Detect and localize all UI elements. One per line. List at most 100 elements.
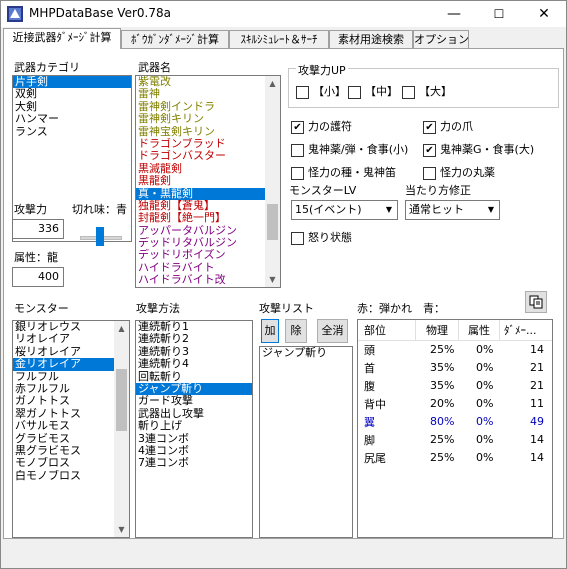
close-button[interactable]: ✕: [522, 1, 566, 27]
attack-method-list[interactable]: 連続斬り1 連続斬り2 連続斬り3 連続斬り4 回転斬り ジャンプ斬り ガード攻撃 武器出し攻…: [135, 320, 253, 538]
monster-item[interactable]: 銀リオレウス: [13, 321, 129, 333]
element-input[interactable]: 400: [12, 267, 64, 287]
demondrug-large-checkbox[interactable]: ✔ 鬼神薬G・食事(大): [423, 142, 534, 158]
might-seed-checkbox[interactable]: 怪力の種・鬼神笛: [291, 165, 396, 181]
rage-checkbox[interactable]: 怒り状態: [291, 230, 352, 246]
tab-skill-simulate[interactable]: ｽｷﾙｼﾐｭﾚｰﾄ＆ｻｰﾁ: [229, 30, 329, 48]
table-row[interactable]: 首 35% 0% 21: [358, 359, 552, 377]
attack-up-small-checkbox[interactable]: 【小】: [296, 84, 346, 100]
weapon-name-item[interactable]: 雷神剣キリン: [136, 113, 280, 125]
weapon-name-item[interactable]: ドラゴンブラッド: [136, 138, 280, 150]
monster-scrollbar[interactable]: ▲ ▼: [114, 321, 129, 537]
attack-up-large-checkbox[interactable]: 【大】: [402, 84, 452, 100]
weapon-category-item[interactable]: 片手剣: [13, 76, 131, 89]
attack-method-item[interactable]: 連続斬り1: [136, 321, 252, 333]
add-attack-button[interactable]: 加: [261, 319, 279, 343]
remove-attack-button[interactable]: 除: [285, 319, 307, 343]
attack-list-item[interactable]: ジャンプ斬り: [260, 347, 352, 359]
attack-method-item[interactable]: 4連コンボ: [136, 445, 252, 457]
monster-lv-select[interactable]: 15(イベント) ▼: [291, 200, 398, 220]
maximize-button[interactable]: ☐: [477, 1, 521, 27]
hit-correction-select[interactable]: 通常ヒット ▼: [405, 200, 500, 220]
scroll-up-arrow-icon[interactable]: ▲: [265, 76, 280, 91]
clear-attacks-button[interactable]: 全消: [317, 319, 348, 343]
attack-method-item[interactable]: ガード攻撃: [136, 395, 252, 407]
attack-up-medium-checkbox[interactable]: 【中】: [348, 84, 398, 100]
weapon-name-item[interactable]: アッパータバルジン: [136, 225, 280, 237]
tab-bowgun-damage[interactable]: ﾎﾞｳｶﾞﾝﾀﾞﾒｰｼﾞ計算: [121, 30, 229, 48]
sharpness-slider-thumb[interactable]: [96, 227, 104, 246]
weapon-category-item[interactable]: 双剣: [13, 88, 131, 100]
weapon-name-scrollbar[interactable]: ▲ ▼: [265, 76, 280, 287]
tab-melee-damage[interactable]: 近接武器ﾀﾞﾒｰｼﾞ計算: [3, 28, 121, 49]
demondrug-small-checkbox[interactable]: 鬼神薬/弾・食事(小): [291, 142, 408, 158]
weapon-name-list[interactable]: 紫電改 雷神 雷神剣インドラ 雷神剣キリン 雷神宝剣キリン ドラゴンブラッド ドラゴンバスタ…: [135, 75, 281, 288]
power-talon-checkbox[interactable]: ✔ 力の爪: [423, 119, 473, 135]
monster-item[interactable]: バサルモス: [13, 420, 129, 432]
chevron-down-icon[interactable]: ▼: [483, 201, 499, 219]
weapon-name-item[interactable]: 封龍剣【絶一門】: [136, 212, 280, 224]
minimize-button[interactable]: —: [432, 1, 476, 27]
column-header-physical[interactable]: 物理: [415, 320, 459, 341]
weapon-name-item[interactable]: 雷神剣インドラ: [136, 101, 280, 113]
weapon-category-item[interactable]: 大剣: [13, 101, 131, 113]
attack-method-item[interactable]: 連続斬り4: [136, 358, 252, 370]
monster-list[interactable]: 銀リオレウス リオレイア 桜リオレイア 金リオレイア フルフル 赤フルフル ガノトトス 翠ガノ…: [12, 320, 130, 538]
scroll-thumb[interactable]: [116, 369, 127, 431]
monster-item[interactable]: 金リオレイア: [13, 358, 129, 371]
sharpness-slider[interactable]: [80, 227, 122, 247]
attack-list[interactable]: ジャンプ斬り: [259, 346, 353, 538]
monster-item[interactable]: 桜リオレイア: [13, 346, 129, 358]
table-row[interactable]: 頭 25% 0% 14: [358, 340, 552, 359]
attack-method-item[interactable]: 武器出し攻撃: [136, 408, 252, 420]
weapon-name-item[interactable]: 雷神: [136, 88, 280, 100]
copy-button[interactable]: [525, 291, 547, 313]
chevron-down-icon[interactable]: ▼: [381, 201, 397, 219]
attack-method-item[interactable]: 斬り上げ: [136, 420, 252, 432]
scroll-up-arrow-icon[interactable]: ▲: [114, 321, 129, 336]
monster-item[interactable]: フルフル: [13, 371, 129, 383]
weapon-name-item[interactable]: ハイドラバイト: [136, 262, 280, 274]
table-row[interactable]: 脚 25% 0% 14: [358, 431, 552, 449]
monster-item[interactable]: リオレイア: [13, 333, 129, 345]
table-row[interactable]: 腹 35% 0% 21: [358, 377, 552, 395]
weapon-name-item[interactable]: デッドリポイズン: [136, 249, 280, 261]
attack-method-item[interactable]: 3連コンボ: [136, 433, 252, 445]
monster-item[interactable]: 黒グラビモス: [13, 445, 129, 457]
weapon-name-item[interactable]: デッドリタバルジン: [136, 237, 280, 249]
table-row[interactable]: 背中 20% 0% 11: [358, 395, 552, 413]
scroll-down-arrow-icon[interactable]: ▼: [265, 272, 280, 287]
weapon-name-item[interactable]: 黒龍剣: [136, 175, 280, 187]
column-header-element[interactable]: 属性: [458, 320, 500, 341]
table-row[interactable]: 尻尾 25% 0% 14: [358, 449, 552, 467]
tab-options[interactable]: オプション: [413, 30, 469, 48]
monster-item[interactable]: モノブロス: [13, 457, 129, 469]
tab-material-search[interactable]: 素材用途検索: [329, 30, 413, 48]
attack-method-item[interactable]: 7連コンボ: [136, 457, 252, 469]
weapon-name-item[interactable]: 真・黒龍剣: [136, 187, 280, 200]
scroll-thumb[interactable]: [267, 204, 278, 240]
monster-item[interactable]: 白モノブロス: [13, 470, 129, 482]
weapon-category-item[interactable]: ランス: [13, 126, 131, 138]
weapon-name-item[interactable]: ハイドラバイト改: [136, 274, 280, 286]
weapon-name-item[interactable]: ドラゴンバスター: [136, 150, 280, 162]
table-row[interactable]: 翼 80% 0% 49: [358, 413, 552, 431]
column-header-part[interactable]: 部位: [358, 320, 416, 341]
power-charm-checkbox[interactable]: ✔ 力の護符: [291, 119, 352, 135]
attack-method-item[interactable]: 連続斬り3: [136, 346, 252, 358]
attack-method-item[interactable]: ジャンプ斬り: [136, 382, 252, 396]
weapon-name-item[interactable]: 黒滅龍剣: [136, 163, 280, 175]
attack-method-item[interactable]: 連続斬り2: [136, 333, 252, 345]
attack-method-item[interactable]: 回転斬り: [136, 371, 252, 383]
weapon-name-item[interactable]: 独龍剣【蒼鬼】: [136, 200, 280, 212]
scroll-down-arrow-icon[interactable]: ▼: [114, 522, 129, 537]
might-pill-checkbox[interactable]: 怪力の丸薬: [423, 165, 495, 181]
monster-item[interactable]: ガノトトス: [13, 395, 129, 407]
weapon-name-item[interactable]: 紫電改: [136, 76, 280, 88]
monster-item[interactable]: グラビモス: [13, 433, 129, 445]
weapon-name-item[interactable]: 雷神宝剣キリン: [136, 126, 280, 138]
column-header-damage[interactable]: ﾀﾞﾒｰ...: [499, 320, 552, 341]
attack-input[interactable]: 336: [12, 219, 64, 239]
weapon-category-item[interactable]: ハンマー: [13, 113, 131, 125]
monster-item[interactable]: 翠ガノトトス: [13, 408, 129, 420]
